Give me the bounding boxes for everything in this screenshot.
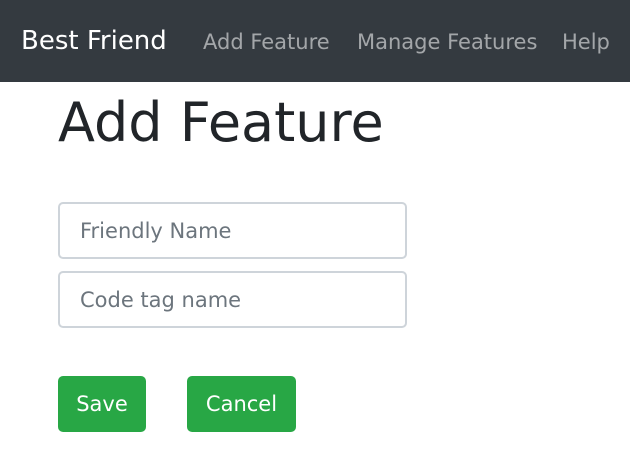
code-tag-name-input[interactable] — [58, 271, 407, 328]
nav-link-manage-features[interactable]: Manage Features — [357, 28, 537, 56]
nav-link-add-feature[interactable]: Add Feature — [203, 28, 330, 56]
cancel-button[interactable]: Cancel — [187, 376, 296, 432]
brand-link[interactable]: Best Friend — [21, 24, 167, 58]
nav-link-help[interactable]: Help — [562, 28, 610, 56]
page-title: Add Feature — [58, 91, 384, 154]
save-button[interactable]: Save — [58, 376, 146, 432]
top-navbar: Best Friend Add Feature Manage Features … — [0, 0, 630, 82]
friendly-name-input[interactable] — [58, 202, 407, 259]
